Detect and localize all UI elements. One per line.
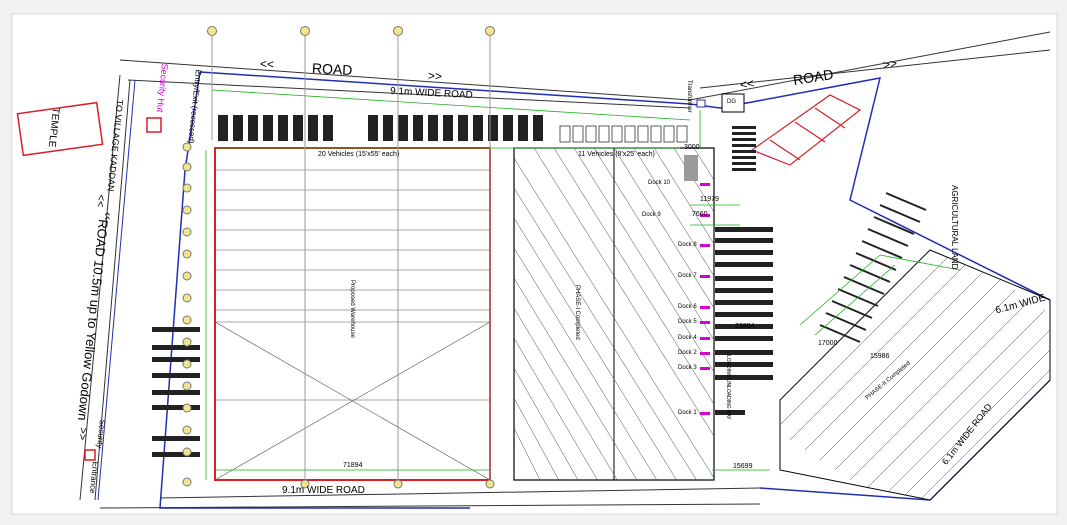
dg-label: DG — [727, 99, 736, 105]
dock-8-label: Dock 8 — [678, 242, 697, 248]
transformer-label: Transformer — [686, 80, 692, 113]
dock-6-label: Dock 6 — [678, 304, 697, 310]
top-road-arrows-left: << — [259, 56, 275, 72]
top-road-arrows-right: >> — [427, 68, 443, 84]
parking-11-label: 11 Vehicles (8'x25' each) — [578, 151, 655, 158]
dim-11979: 11979 — [700, 196, 719, 203]
left-road-arrows-bottom: >> — [75, 426, 89, 441]
dock-9-label: Dock 9 — [642, 212, 661, 218]
dock-1-label: Dock 1 — [678, 410, 697, 416]
left-road-arrows-top: << — [93, 193, 107, 208]
left-parking-trucks — [152, 327, 200, 457]
proposed-warehouse-label: Proposed Warehouse — [349, 280, 355, 338]
dock-7-label: Dock 7 — [678, 273, 697, 279]
dock-4-label: Dock 4 — [678, 335, 697, 341]
dock-2-label: Dock 2 — [678, 350, 697, 356]
dim-17000: 17000 — [818, 340, 838, 347]
loading-bay-label: LOADING UNLOADING BAY — [725, 355, 731, 420]
security-hut-box — [146, 117, 162, 133]
dock-10-label: Dock 10 — [648, 180, 671, 186]
entrance-security-box — [84, 449, 96, 461]
dim-15699: 15699 — [733, 463, 753, 470]
transformer-box — [696, 99, 706, 108]
security-label: Security — [95, 419, 107, 449]
dim-15986: 15986 — [870, 353, 890, 360]
dim-23894: 23894 — [735, 323, 755, 330]
top-right-road-arrows-left: << — [738, 75, 756, 93]
dim-71894: 71894 — [343, 462, 363, 469]
top-road-label: ROAD — [311, 59, 353, 79]
parking-20-label: 20 Vehicles (15'x55' each) — [318, 151, 400, 158]
top-right-road-arrows-right: >> — [881, 55, 899, 73]
utility-block — [684, 155, 698, 181]
agricultural-land-label: AGRICULTURAL LAND — [950, 185, 959, 270]
phase-1-label: PHASE-I Completed — [574, 285, 580, 340]
dock-3-label: Dock 3 — [678, 365, 697, 371]
dim-3000: 3000 — [684, 144, 700, 151]
site-plan-drawing: ‹‹ << ROAD >> << ROAD >> 9.1m WIDE ROAD … — [0, 0, 1067, 525]
dock-5-label: Dock 5 — [678, 319, 697, 325]
bottom-internal-road-label: 9.1m WIDE ROAD — [282, 485, 365, 496]
dim-7660: 7660 — [692, 211, 708, 218]
